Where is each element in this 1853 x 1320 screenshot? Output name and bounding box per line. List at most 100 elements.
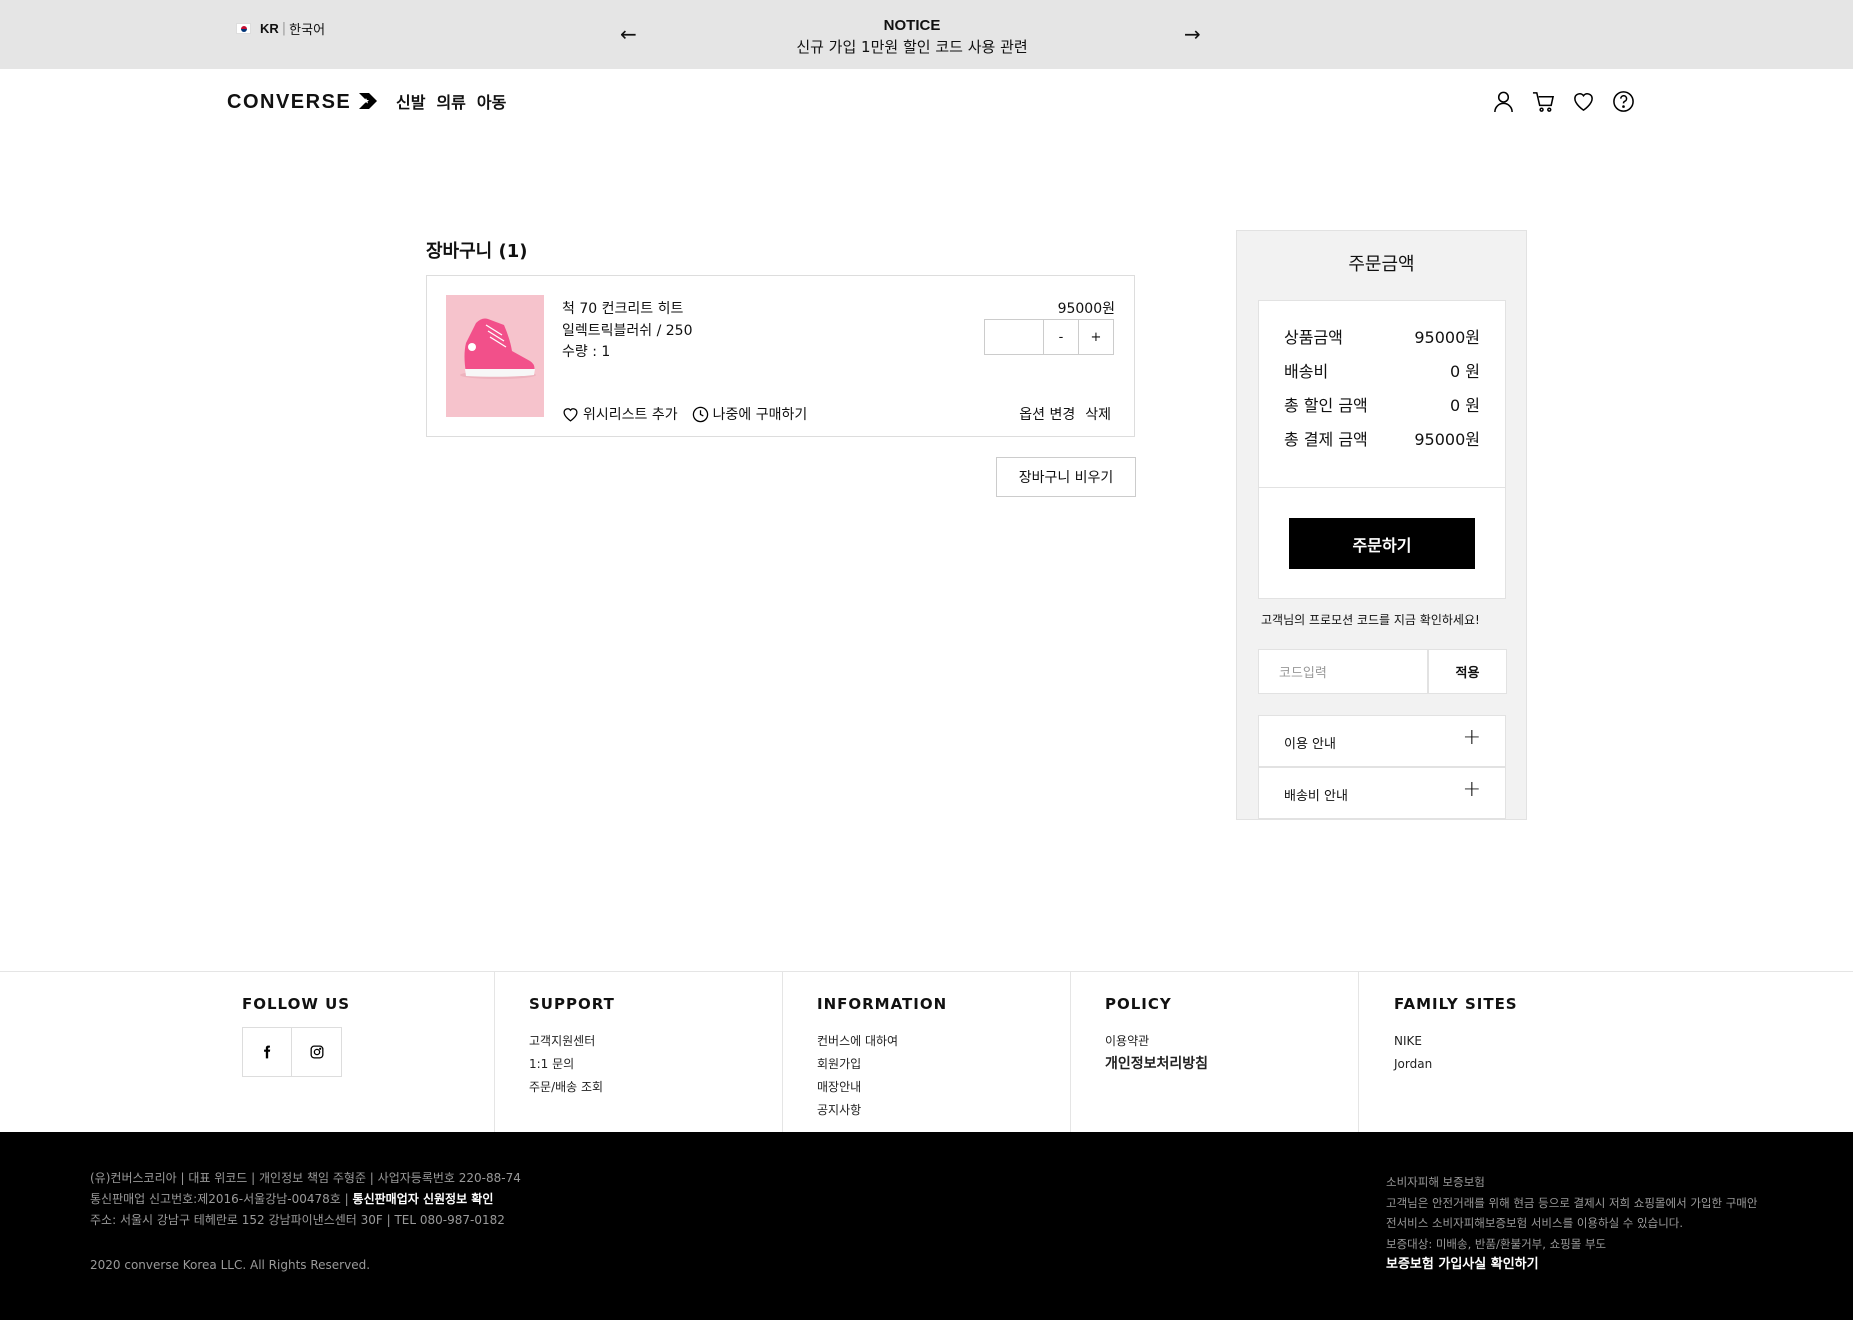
footer-col-support: SUPPORT 고객지원센터 1:1 문의 주문/배송 조회: [495, 972, 783, 1133]
summary-divider: [1259, 487, 1505, 488]
main-nav: 신발 의류 아동: [396, 89, 506, 113]
footer-link[interactable]: 매장안내: [817, 1076, 898, 1099]
instagram-icon[interactable]: [292, 1027, 342, 1077]
notice-prev-arrow-icon[interactable]: ←: [620, 24, 637, 44]
accordion-label: 배송비 안내: [1284, 789, 1348, 804]
company-line: 통신판매업 신고번호:제2016-서울강남-00478호 | 통신판매업자 신원…: [90, 1189, 521, 1210]
cart-icon[interactable]: [1532, 90, 1555, 113]
korea-flag-icon: [236, 23, 251, 34]
locale-selector[interactable]: KR | 한국어: [236, 19, 325, 38]
insurance-line: 전서비스 소비자피해보증보험 서비스를 이용하실 수 있습니다.: [1386, 1216, 1684, 1230]
accordion-label: 이용 안내: [1284, 737, 1336, 752]
empty-cart-button[interactable]: 장바구니 비우기: [996, 457, 1136, 497]
policy-heading: POLICY: [1105, 995, 1172, 1013]
notice-next-arrow-icon[interactable]: →: [1184, 24, 1201, 44]
cart-item: 척 70 컨크리트 히트 일렉트릭블러쉬 / 250 수량 : 1 95000원…: [426, 275, 1135, 437]
promo-apply-button[interactable]: 적용: [1428, 649, 1507, 694]
copyright: 2020 converse Korea LLC. All Rights Rese…: [90, 1258, 371, 1272]
quantity-plus-button[interactable]: +: [1079, 319, 1114, 355]
order-summary: 주문금액 상품금액 95000원 배송비 0 원 총 할인 금액 0 원 총 결…: [1236, 230, 1527, 820]
quantity-stepper: - +: [984, 319, 1114, 355]
summary-title: 주문금액: [1348, 254, 1415, 275]
product-name[interactable]: 척 70 컨크리트 히트: [562, 298, 683, 318]
buy-later-label: 나중에 구매하기: [712, 407, 808, 423]
quantity-input[interactable]: [984, 319, 1044, 355]
footer-link[interactable]: 1:1 문의: [529, 1053, 603, 1076]
accordion-usage-guide[interactable]: 이용 안내 +: [1258, 715, 1506, 767]
insurance-line: 보증대상: 미배송, 반품/환불거부, 쇼핑몰 부도: [1386, 1236, 1607, 1251]
product-option: 일렉트릭블러쉬 / 250: [562, 323, 693, 339]
footer-link[interactable]: 고객지원센터: [529, 1030, 603, 1053]
summary-row: 총 결제 금액 95000원: [1284, 426, 1480, 450]
footer-link[interactable]: 컨버스에 대하여: [817, 1030, 898, 1053]
order-button[interactable]: 주문하기: [1289, 518, 1475, 569]
change-option-button[interactable]: 옵션 변경: [1019, 404, 1075, 424]
converse-logo[interactable]: CONVERSE: [227, 91, 381, 114]
accordion-shipping-guide[interactable]: 배송비 안내 +: [1258, 767, 1506, 819]
nav-item-kids[interactable]: 아동: [477, 89, 506, 113]
summary-value: 95000원: [1414, 430, 1480, 449]
insurance-check-link[interactable]: 보증보험 가입사실 확인하기: [1386, 1257, 1539, 1272]
product-image[interactable]: [446, 295, 544, 417]
item-actions: 위시리스트 추가 나중에 구매하기: [562, 404, 807, 424]
footer-link[interactable]: 이용약관: [1105, 1030, 1208, 1053]
business-info-link[interactable]: 통신판매업자 신원정보 확인: [353, 1192, 494, 1206]
quantity-minus-button[interactable]: -: [1044, 319, 1079, 355]
delete-item-button[interactable]: 삭제: [1085, 404, 1111, 424]
summary-row: 총 할인 금액 0 원: [1284, 392, 1480, 416]
help-icon[interactable]: [1612, 90, 1635, 113]
star-chevron-logo-icon: [359, 93, 378, 109]
summary-value: 0 원: [1450, 362, 1480, 381]
footer-link[interactable]: NIKE: [1394, 1030, 1432, 1053]
footer-link[interactable]: Jordan: [1394, 1053, 1432, 1076]
company-line-text: 통신판매업 신고번호:제2016-서울강남-00478호 |: [90, 1192, 349, 1206]
wishlist-label: 위시리스트 추가: [583, 407, 678, 423]
summary-label: 상품금액: [1284, 328, 1343, 347]
heart-icon: [563, 407, 578, 422]
privacy-policy-link[interactable]: 개인정보처리방침: [1105, 1053, 1208, 1076]
buy-later-button[interactable]: 나중에 구매하기: [692, 404, 808, 424]
footer-link[interactable]: 공지사항: [817, 1099, 898, 1122]
user-icon[interactable]: [1492, 90, 1515, 113]
nav-item-shoes[interactable]: 신발: [396, 89, 425, 113]
footer-links: FOLLOW US SUPPORT 고객지원센터 1:1 문의 주문/배송 조회…: [0, 971, 1853, 1133]
insurance-title: 소비자피해 보증보험: [1386, 1175, 1485, 1189]
notice-bar: KR | 한국어 ← NOTICE 신규 가입 1만원 할인 코드 사용 관련 …: [0, 0, 1853, 69]
insurance-line: 고객님은 안전거래를 위해 현금 등으로 결제시 저희 쇼핑몰에서 가입한 구매…: [1386, 1195, 1758, 1210]
family-sites-heading: FAMILY SITES: [1394, 995, 1518, 1013]
add-to-wishlist-button[interactable]: 위시리스트 추가: [562, 404, 678, 424]
footer-col-family: FAMILY SITES NIKE Jordan: [1359, 972, 1659, 1133]
locale-language: 한국어: [289, 23, 326, 38]
product-price: 95000원: [1057, 301, 1115, 317]
logo-text: CONVERSE: [227, 91, 352, 113]
footer-link[interactable]: 주문/배송 조회: [529, 1076, 603, 1099]
notice-content[interactable]: NOTICE 신규 가입 1만원 할인 코드 사용 관련: [712, 17, 1112, 57]
company-line: (유)컨버스코리아 | 대표 위코드 | 개인정보 책임 주형준 | 사업자등록…: [90, 1171, 521, 1185]
promo-code-input[interactable]: 코드입력: [1258, 649, 1428, 694]
item-edits: 옵션 변경 삭제: [1019, 404, 1111, 424]
plus-icon: +: [1462, 777, 1481, 802]
footer-legal: (유)컨버스코리아 | 대표 위코드 | 개인정보 책임 주형준 | 사업자등록…: [0, 1132, 1853, 1320]
company-info: (유)컨버스코리아 | 대표 위코드 | 개인정보 책임 주형준 | 사업자등록…: [90, 1168, 521, 1231]
policy-links: 이용약관 개인정보처리방침: [1105, 1030, 1208, 1076]
insurance-info: 소비자피해 보증보험 고객님은 안전거래를 위해 현금 등으로 결제시 저희 쇼…: [1386, 1172, 1757, 1276]
summary-amounts: 상품금액 95000원 배송비 0 원 총 할인 금액 0 원 총 결제 금액 …: [1258, 300, 1506, 599]
summary-label: 배송비: [1284, 362, 1329, 381]
heart-icon[interactable]: [1572, 90, 1595, 113]
footer-col-follow: FOLLOW US: [0, 972, 495, 1133]
header-icons: [1492, 90, 1635, 113]
information-links: 컨버스에 대하여 회원가입 매장안내 공지사항: [817, 1030, 898, 1122]
summary-row: 상품금액 95000원: [1284, 324, 1480, 348]
social-links: [242, 1027, 342, 1077]
company-line: 주소: 서울시 강남구 테헤란로 152 강남파이낸스센터 30F | TEL …: [90, 1213, 505, 1227]
facebook-icon[interactable]: [242, 1027, 292, 1077]
nav-item-clothing[interactable]: 의류: [436, 89, 465, 113]
summary-label: 총 할인 금액: [1284, 396, 1368, 415]
footer-col-information: INFORMATION 컨버스에 대하여 회원가입 매장안내 공지사항: [783, 972, 1071, 1133]
footer-link[interactable]: 회원가입: [817, 1053, 898, 1076]
notice-text: 신규 가입 1만원 할인 코드 사용 관련: [796, 38, 1028, 56]
support-links: 고객지원센터 1:1 문의 주문/배송 조회: [529, 1030, 603, 1099]
clock-icon: [692, 406, 708, 422]
support-heading: SUPPORT: [529, 995, 615, 1013]
footer-col-policy: POLICY 이용약관 개인정보처리방침: [1071, 972, 1359, 1133]
